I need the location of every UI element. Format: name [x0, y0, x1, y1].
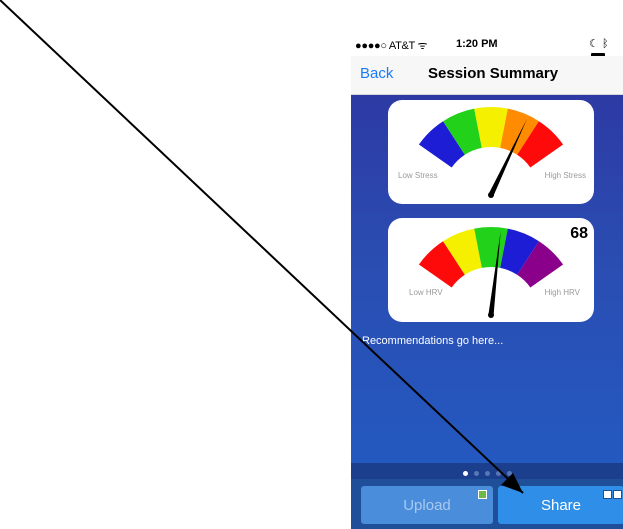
- page-dot[interactable]: [484, 471, 490, 476]
- page-dot[interactable]: [495, 471, 501, 476]
- navigation-bar: Back Session Summary: [351, 56, 623, 95]
- page-indicator[interactable]: [351, 463, 623, 479]
- page-dot[interactable]: [462, 471, 468, 476]
- gauge-needle-hub: [488, 312, 494, 318]
- action-bar: Upload Share: [351, 479, 623, 529]
- hrv-high-label: High HRV: [544, 288, 580, 297]
- status-bar: ●●●●○ AT&T ᯤ 1:20 PM ☾ ᛒ: [351, 34, 623, 60]
- bluetooth-icon: ᛒ: [601, 38, 609, 50]
- back-button[interactable]: Back: [360, 65, 393, 82]
- phone-screen: ●●●●○ AT&T ᯤ 1:20 PM ☾ ᛒ Back Session Su…: [351, 0, 623, 529]
- upload-status-icon: [478, 490, 487, 499]
- stress-low-label: Low Stress: [398, 171, 438, 180]
- moon-icon: ☾: [589, 38, 599, 50]
- upload-button[interactable]: Upload: [361, 486, 493, 524]
- hrv-gauge-dial: [418, 227, 564, 318]
- stress-gauge-dial: [418, 107, 564, 198]
- upload-button-label: Upload: [403, 497, 451, 514]
- carrier-label: ●●●●○ AT&T ᯤ: [355, 40, 428, 52]
- share-status-icon: [613, 490, 622, 499]
- hrv-value: 68: [570, 225, 588, 242]
- share-button[interactable]: Share: [498, 486, 623, 524]
- stress-gauge: Low Stress High Stress: [388, 100, 594, 204]
- hrv-gauge: Low HRV High HRV 68: [388, 218, 594, 322]
- hrv-low-label: Low HRV: [409, 288, 443, 297]
- status-time: 1:20 PM: [456, 38, 498, 50]
- stress-high-label: High Stress: [544, 171, 586, 180]
- summary-content: Low Stress High Stress Low HRV High HRV …: [351, 95, 623, 463]
- page-dot[interactable]: [473, 471, 479, 476]
- gauge-needle-hub: [488, 192, 494, 198]
- share-button-label: Share: [540, 497, 582, 514]
- page-dot[interactable]: [506, 471, 512, 476]
- wifi-icon: ᯤ: [417, 40, 428, 52]
- page-title: Session Summary: [428, 65, 559, 82]
- share-status-icon: [603, 490, 612, 499]
- recommendations-text: Recommendations go here...: [362, 335, 504, 347]
